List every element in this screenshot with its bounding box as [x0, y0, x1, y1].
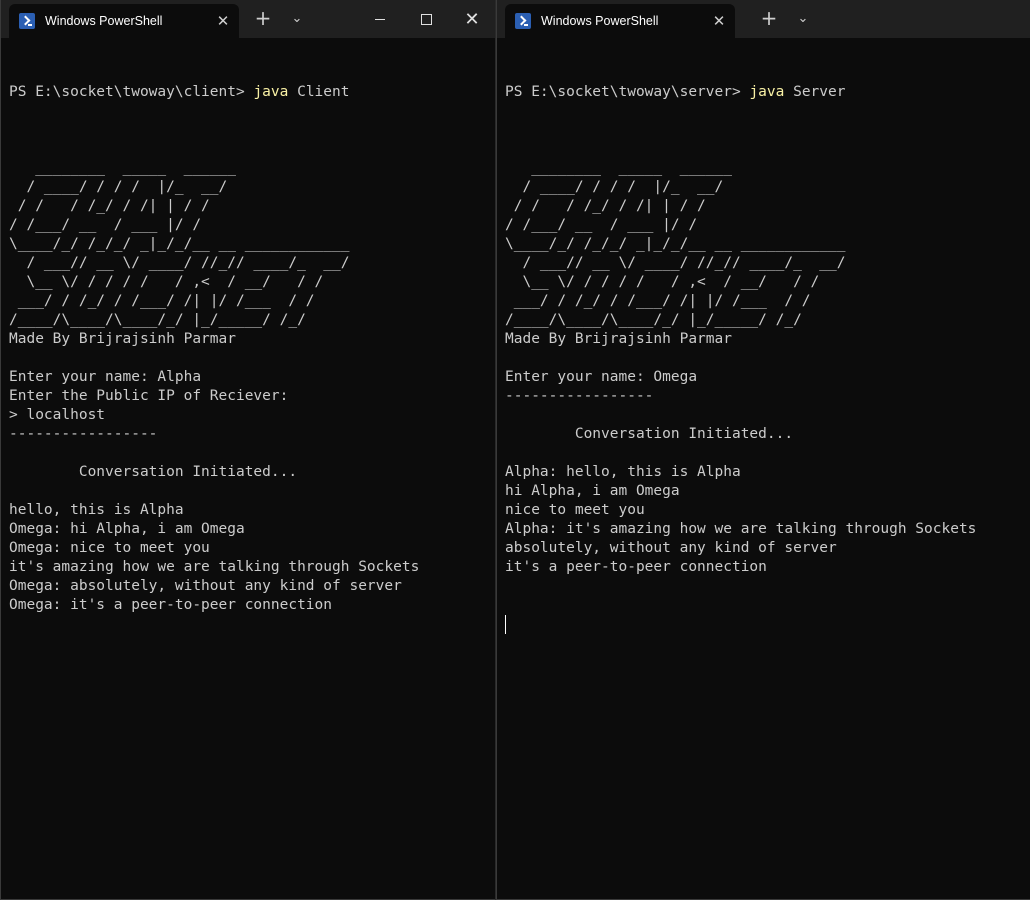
terminal-line: Made By Brijrajsinh Parmar	[9, 331, 236, 347]
terminal-line: it's a peer-to-peer connection	[505, 559, 767, 575]
minimize-button[interactable]	[357, 0, 403, 38]
text-cursor	[505, 615, 506, 634]
prompt: PS E:\socket\twoway\client>	[9, 84, 254, 100]
prompt: PS E:\socket\twoway\server>	[505, 84, 750, 100]
terminal-line: -----------------	[505, 388, 654, 404]
terminal-line: ___/ / /_/ / /___/ /| |/ /___ / /	[505, 293, 811, 309]
new-tab-button[interactable]: +	[251, 8, 275, 28]
terminal-line: Conversation Initiated...	[505, 426, 794, 442]
terminal-line: hello, this is Alpha	[9, 502, 184, 518]
command-argument: Client	[288, 84, 350, 100]
tab-powershell[interactable]: Windows PowerShell ✕	[9, 4, 239, 38]
tab-title: Windows PowerShell	[541, 14, 659, 28]
powershell-icon	[19, 13, 35, 29]
terminal-line: ___/ / /_/ / /___/ /| |/ /___ / /	[9, 293, 315, 309]
terminal-line: hi Alpha, i am Omega	[505, 483, 680, 499]
powershell-window-server: Windows PowerShell ✕ + ⌄ PS E:\socket\tw…	[496, 0, 1030, 900]
tab-dropdown-button[interactable]: ⌄	[793, 12, 813, 25]
terminal-line: \__ \/ / / / / / ,< / __/ / /	[505, 274, 820, 290]
output-lines: ________ _____ ______ / ____/ / / / |/_ …	[505, 140, 1030, 577]
terminal-line: Omega: it's a peer-to-peer connection	[9, 597, 333, 613]
terminal-line: absolutely, without any kind of server	[505, 540, 837, 556]
command-name: java	[749, 84, 785, 100]
command-argument: Server	[784, 84, 846, 100]
cursor-line	[505, 615, 1030, 634]
terminal-line: Omega: hi Alpha, i am Omega	[9, 521, 245, 537]
title-bar[interactable]: Windows PowerShell ✕ + ⌄ ✕	[1, 0, 495, 38]
terminal-line: ________ _____ ______	[9, 160, 236, 176]
output-lines: ________ _____ ______ / ____/ / / / |/_ …	[9, 140, 495, 615]
prompt-line: PS E:\socket\twoway\client> java Client	[9, 83, 495, 102]
terminal-line: / / / /_/ / /| | / /	[505, 198, 706, 214]
terminal-line: Conversation Initiated...	[9, 464, 298, 480]
terminal-line: / ____/ / / / |/_ __/	[505, 179, 724, 195]
minimize-icon	[375, 18, 385, 20]
title-bar[interactable]: Windows PowerShell ✕ + ⌄	[497, 0, 1030, 38]
terminal-line: Omega: absolutely, without any kind of s…	[9, 578, 402, 594]
terminal-line: /____/\____/\____/_/ |_/_____/ /_/	[9, 312, 306, 328]
terminal-line: Enter the Public IP of Reciever:	[9, 388, 289, 404]
terminal-line: Made By Brijrajsinh Parmar	[505, 331, 732, 347]
terminal-line: / /___/ __ / ___ |/ /	[9, 217, 202, 233]
terminal-line: / / / /_/ / /| | / /	[9, 198, 210, 214]
tab-title: Windows PowerShell	[45, 14, 163, 28]
terminal-line: / /___/ __ / ___ |/ /	[505, 217, 698, 233]
maximize-button[interactable]	[403, 0, 449, 38]
terminal-line: Alpha: hello, this is Alpha	[505, 464, 741, 480]
terminal-line: / ___// __ \/ ____/ //_// ____/_ __/	[9, 255, 350, 271]
tab-dropdown-button[interactable]: ⌄	[287, 12, 307, 25]
tab-powershell[interactable]: Windows PowerShell ✕	[505, 4, 735, 38]
terminal-line: it's amazing how we are talking through …	[9, 559, 420, 575]
terminal-line: Enter your name: Omega	[505, 369, 698, 385]
powershell-window-client: Windows PowerShell ✕ + ⌄ ✕ PS E:\socket\…	[0, 0, 495, 900]
close-window-button[interactable]: ✕	[449, 0, 495, 38]
terminal-line: /____/\____/\____/_/ |_/_____/ /_/	[505, 312, 802, 328]
terminal-line: > localhost	[9, 407, 106, 423]
terminal-line: \__ \/ / / / / / ,< / __/ / /	[9, 274, 324, 290]
tab-close-icon[interactable]: ✕	[707, 13, 731, 29]
command-name: java	[253, 84, 289, 100]
terminal-line: \____/_/ /_/_/ _|_/_/__ __ ____________	[9, 236, 350, 252]
terminal-line: ________ _____ ______	[505, 160, 732, 176]
prompt-line: PS E:\socket\twoway\server> java Server	[505, 83, 1030, 102]
terminal-output[interactable]: PS E:\socket\twoway\server> java Server …	[505, 45, 1030, 672]
terminal-line: nice to meet you	[505, 502, 645, 518]
terminal-line: -----------------	[9, 426, 158, 442]
terminal-line: Alpha: it's amazing how we are talking t…	[505, 521, 977, 537]
powershell-icon	[515, 13, 531, 29]
terminal-line: Enter your name: Alpha	[9, 369, 202, 385]
terminal-line: \____/_/ /_/_/ _|_/_/__ __ ____________	[505, 236, 846, 252]
terminal-line: / ___// __ \/ ____/ //_// ____/_ __/	[505, 255, 846, 271]
maximize-icon	[420, 13, 432, 25]
tab-close-icon[interactable]: ✕	[211, 13, 235, 29]
terminal-output[interactable]: PS E:\socket\twoway\client> java Client …	[9, 45, 495, 653]
terminal-line: / ____/ / / / |/_ __/	[9, 179, 228, 195]
new-tab-button[interactable]: +	[757, 8, 781, 28]
terminal-line: Omega: nice to meet you	[9, 540, 210, 556]
